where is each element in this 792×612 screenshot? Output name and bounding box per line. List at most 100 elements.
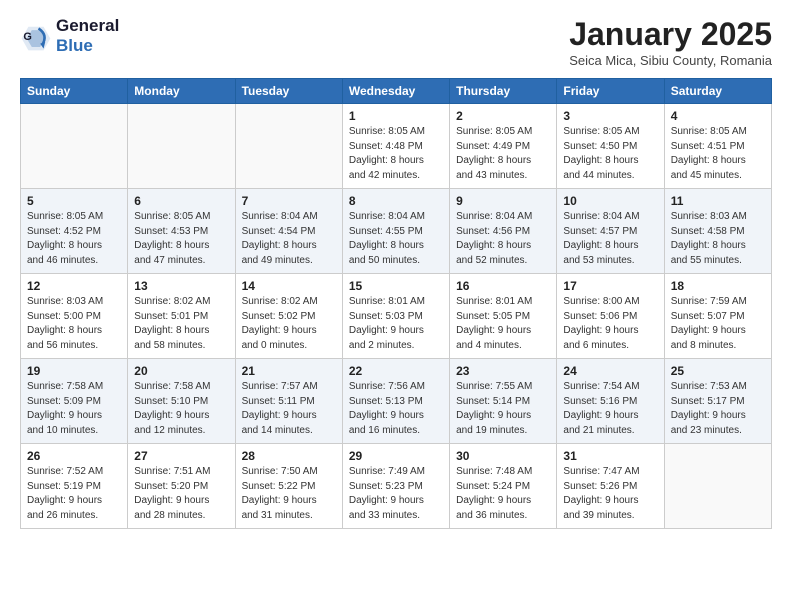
calendar-week-row: 5 Sunrise: 8:05 AMSunset: 4:52 PMDaylight… [21,189,772,274]
day-info: Sunrise: 8:00 AMSunset: 5:06 PMDaylight:… [563,295,657,353]
calendar-day-27: 27 Sunrise: 7:51 AMSunset: 5:20 PMDayligh… [128,444,235,529]
weekday-header-row: SundayMondayTuesdayWednesdayThursdayFrid… [21,79,772,104]
weekday-header-tuesday: Tuesday [235,79,342,104]
calendar-day-23: 23Sunrise: 7:55 AMSunset: 5:14 PMDayligh… [450,359,557,444]
weekday-header-saturday: Saturday [664,79,771,104]
day-info: Sunrise: 8:04 AMSunset: 4:55 PMDaylight:… [349,210,443,268]
day-info: Sunrise: 8:01 AMSunset: 5:03 PMDaylight:… [349,295,443,353]
day-info: Sunrise: 8:01 AMSunset: 5:05 PMDaylight:… [456,295,550,353]
calendar-day-17: 17 Sunrise: 8:00 AMSunset: 5:06 PMDayligh… [557,274,664,359]
calendar-empty-cell [21,104,128,189]
calendar-day-18: 18Sunrise: 7:59 AMSunset: 5:07 PMDayligh… [664,274,771,359]
day-info: Sunrise: 8:03 AMSunset: 4:58 PMDaylight:… [671,210,765,268]
day-number: 28 [242,449,336,463]
calendar-day-29: 29Sunrise: 7:49 AMSunset: 5:23 PMDayligh… [342,444,449,529]
calendar-table: SundayMondayTuesdayWednesdayThursdayFrid… [20,78,772,529]
day-number: 27 [134,449,228,463]
logo: G General Blue [20,16,119,55]
calendar-day-13: 13 Sunrise: 8:02 AMSunset: 5:01 PMDayligh… [128,274,235,359]
day-number: 23 [456,364,550,378]
weekday-header-sunday: Sunday [21,79,128,104]
day-number: 29 [349,449,443,463]
day-number: 30 [456,449,550,463]
day-info: Sunrise: 8:04 AMSunset: 4:56 PMDaylight:… [456,210,550,268]
calendar-day-31: 31 Sunrise: 7:47 AMSunset: 5:26 PMDayligh… [557,444,664,529]
day-number: 2 [456,109,550,123]
calendar-day-6: 6 Sunrise: 8:05 AMSunset: 4:53 PMDaylight… [128,189,235,274]
day-number: 10 [563,194,657,208]
day-number: 22 [349,364,443,378]
logo-icon: G [20,20,52,52]
day-number: 25 [671,364,765,378]
calendar-week-row: 19 Sunrise: 7:58 AMSunset: 5:09 PMDayligh… [21,359,772,444]
logo-text: General Blue [56,16,119,55]
calendar-day-19: 19 Sunrise: 7:58 AMSunset: 5:09 PMDayligh… [21,359,128,444]
day-number: 15 [349,279,443,293]
day-number: 24 [563,364,657,378]
day-info: Sunrise: 8:04 AMSunset: 4:54 PMDaylight:… [242,210,336,268]
page: G General Blue January 2025 Seica Mica, … [0,0,792,612]
calendar-empty-cell [128,104,235,189]
calendar-day-2: 2 Sunrise: 8:05 AMSunset: 4:49 PMDaylight… [450,104,557,189]
day-number: 3 [563,109,657,123]
day-number: 20 [134,364,228,378]
calendar-day-7: 7Sunrise: 8:04 AMSunset: 4:54 PMDaylight… [235,189,342,274]
weekday-header-friday: Friday [557,79,664,104]
day-number: 31 [563,449,657,463]
title-block: January 2025 Seica Mica, Sibiu County, R… [569,16,772,68]
day-number: 6 [134,194,228,208]
calendar-day-10: 10 Sunrise: 8:04 AMSunset: 4:57 PMDayligh… [557,189,664,274]
calendar-day-1: 1 Sunrise: 8:05 AMSunset: 4:48 PMDaylight… [342,104,449,189]
day-info: Sunrise: 7:58 AMSunset: 5:09 PMDaylight:… [27,380,121,438]
calendar-day-8: 8Sunrise: 8:04 AMSunset: 4:55 PMDaylight… [342,189,449,274]
calendar-empty-cell [235,104,342,189]
day-number: 21 [242,364,336,378]
day-info: Sunrise: 7:48 AMSunset: 5:24 PMDaylight:… [456,465,550,523]
calendar-day-21: 21Sunrise: 7:57 AMSunset: 5:11 PMDayligh… [235,359,342,444]
day-number: 12 [27,279,121,293]
calendar-day-30: 30 Sunrise: 7:48 AMSunset: 5:24 PMDayligh… [450,444,557,529]
day-number: 19 [27,364,121,378]
weekday-header-monday: Monday [128,79,235,104]
day-info: Sunrise: 8:05 AMSunset: 4:48 PMDaylight:… [349,125,443,183]
day-info: Sunrise: 8:05 AMSunset: 4:51 PMDaylight:… [671,125,765,183]
day-info: Sunrise: 7:47 AMSunset: 5:26 PMDaylight:… [563,465,657,523]
day-info: Sunrise: 7:53 AMSunset: 5:17 PMDaylight:… [671,380,765,438]
calendar-empty-cell [664,444,771,529]
day-info: Sunrise: 8:05 AMSunset: 4:52 PMDaylight:… [27,210,121,268]
day-number: 16 [456,279,550,293]
day-info: Sunrise: 7:51 AMSunset: 5:20 PMDaylight:… [134,465,228,523]
calendar-day-9: 9 Sunrise: 8:04 AMSunset: 4:56 PMDaylight… [450,189,557,274]
calendar-day-3: 3Sunrise: 8:05 AMSunset: 4:50 PMDaylight… [557,104,664,189]
calendar-day-5: 5 Sunrise: 8:05 AMSunset: 4:52 PMDaylight… [21,189,128,274]
calendar-day-25: 25 Sunrise: 7:53 AMSunset: 5:17 PMDayligh… [664,359,771,444]
day-info: Sunrise: 7:56 AMSunset: 5:13 PMDaylight:… [349,380,443,438]
calendar-day-11: 11Sunrise: 8:03 AMSunset: 4:58 PMDayligh… [664,189,771,274]
calendar-day-20: 20 Sunrise: 7:58 AMSunset: 5:10 PMDayligh… [128,359,235,444]
day-number: 9 [456,194,550,208]
calendar-day-15: 15 Sunrise: 8:01 AMSunset: 5:03 PMDayligh… [342,274,449,359]
calendar-day-26: 26Sunrise: 7:52 AMSunset: 5:19 PMDayligh… [21,444,128,529]
day-info: Sunrise: 8:05 AMSunset: 4:53 PMDaylight:… [134,210,228,268]
location-subtitle: Seica Mica, Sibiu County, Romania [569,53,772,68]
day-info: Sunrise: 8:05 AMSunset: 4:49 PMDaylight:… [456,125,550,183]
day-number: 5 [27,194,121,208]
weekday-header-wednesday: Wednesday [342,79,449,104]
calendar-day-22: 22 Sunrise: 7:56 AMSunset: 5:13 PMDayligh… [342,359,449,444]
day-number: 1 [349,109,443,123]
calendar-day-4: 4Sunrise: 8:05 AMSunset: 4:51 PMDaylight… [664,104,771,189]
calendar-week-row: 1 Sunrise: 8:05 AMSunset: 4:48 PMDaylight… [21,104,772,189]
calendar-day-14: 14Sunrise: 8:02 AMSunset: 5:02 PMDayligh… [235,274,342,359]
day-number: 18 [671,279,765,293]
day-info: Sunrise: 8:02 AMSunset: 5:01 PMDaylight:… [134,295,228,353]
day-info: Sunrise: 8:04 AMSunset: 4:57 PMDaylight:… [563,210,657,268]
weekday-header-thursday: Thursday [450,79,557,104]
calendar-week-row: 26Sunrise: 7:52 AMSunset: 5:19 PMDayligh… [21,444,772,529]
day-info: Sunrise: 8:03 AMSunset: 5:00 PMDaylight:… [27,295,121,353]
svg-text:G: G [23,31,32,43]
calendar-day-16: 16 Sunrise: 8:01 AMSunset: 5:05 PMDayligh… [450,274,557,359]
day-info: Sunrise: 7:54 AMSunset: 5:16 PMDaylight:… [563,380,657,438]
day-number: 17 [563,279,657,293]
day-number: 13 [134,279,228,293]
day-info: Sunrise: 7:58 AMSunset: 5:10 PMDaylight:… [134,380,228,438]
